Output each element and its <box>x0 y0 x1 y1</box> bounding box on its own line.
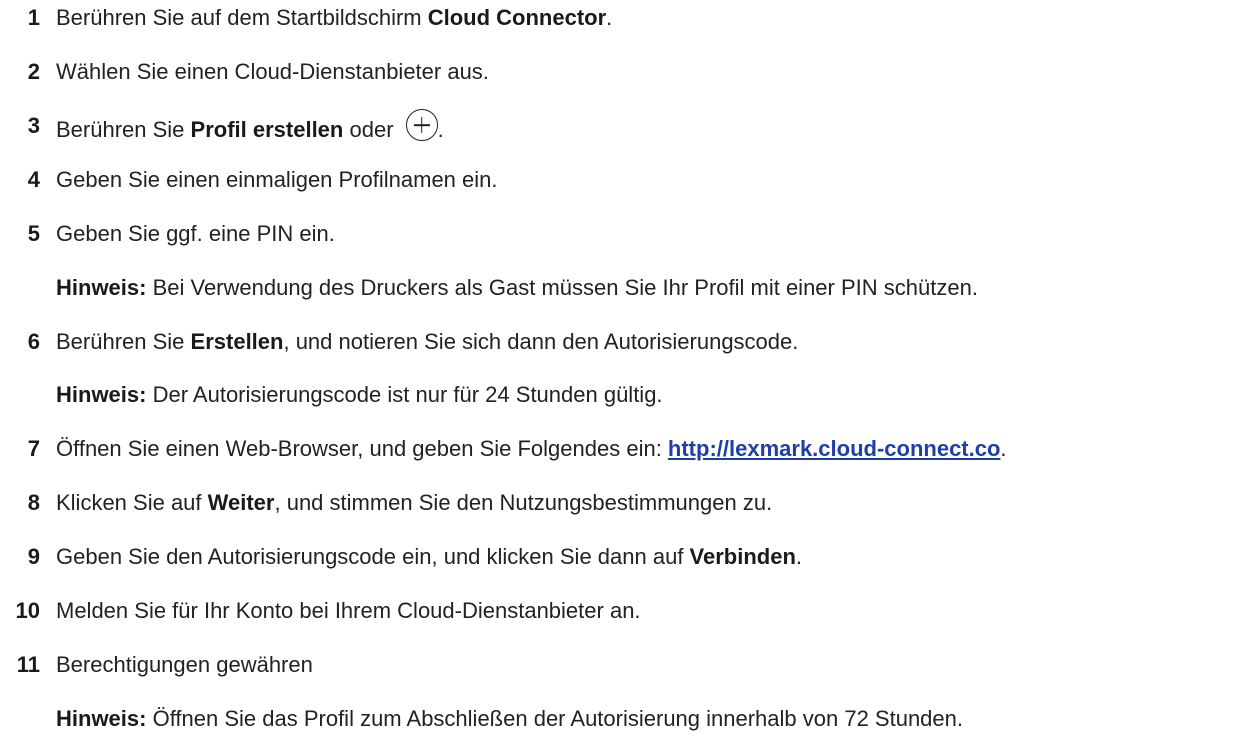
step-text: Berechtigungen gewähren <box>56 652 313 677</box>
step-1: 1 Berühren Sie auf dem Startbildschirm C… <box>0 1 1240 35</box>
step-number: 10 <box>15 598 40 623</box>
step-number: 8 <box>27 490 40 515</box>
plus-circle-icon <box>405 109 438 141</box>
step-text: Geben Sie einen einmaligen Profilnamen e… <box>56 167 498 192</box>
step-text-part: oder <box>343 117 400 142</box>
step-10: 10 Melden Sie für Ihr Konto bei Ihrem Cl… <box>0 594 1240 628</box>
cloud-connect-link[interactable]: http://lexmark.cloud-connect.co <box>668 436 1001 461</box>
step-4: 4 Geben Sie einen einmaligen Profilnamen… <box>0 163 1240 197</box>
note-text: Hinweis: Bei Verwendung des Druckers als… <box>56 271 978 305</box>
step-text: Geben Sie den Autorisierungscode ein, un… <box>56 540 802 574</box>
step-3: 3 Berühren Sie Profil erstellen oder . <box>0 109 1240 143</box>
step-bold-term: Verbinden <box>689 544 796 569</box>
step-text-part: . <box>1000 436 1007 461</box>
step-text-part: Geben Sie den Autorisierungscode ein, un… <box>56 544 690 569</box>
note-label: Hinweis: <box>56 706 147 731</box>
step-bold-term: Profil erstellen <box>190 117 344 142</box>
step-text-part: Berühren Sie <box>56 329 191 354</box>
step-bold-term: Cloud Connector <box>427 5 607 30</box>
step-text-part: Berühren Sie auf dem Startbildschirm <box>56 5 428 30</box>
instruction-list: 1 Berühren Sie auf dem Startbildschirm C… <box>0 0 1240 736</box>
step-bold-term: Erstellen <box>190 329 284 354</box>
step-5-note: Hinweis: Bei Verwendung des Druckers als… <box>0 271 1240 305</box>
step-8: 8 Klicken Sie auf Weiter, und stimmen Si… <box>0 486 1240 520</box>
step-text: Öffnen Sie einen Web-Browser, und geben … <box>56 432 1007 466</box>
step-5: 5 Geben Sie ggf. eine PIN ein. <box>0 217 1240 251</box>
note-label: Hinweis: <box>56 382 147 407</box>
note-text: Hinweis: Der Autorisierungscode ist nur … <box>56 378 663 412</box>
step-number: 6 <box>27 329 40 354</box>
step-number: 3 <box>27 113 40 138</box>
step-number: 9 <box>27 544 40 569</box>
note-label: Hinweis: <box>56 275 147 300</box>
step-number: 2 <box>27 59 40 84</box>
step-text-part: Berühren Sie <box>56 117 191 142</box>
step-7: 7 Öffnen Sie einen Web-Browser, und gebe… <box>0 432 1240 466</box>
step-bold-term: Weiter <box>207 490 275 515</box>
step-text-part: Öffnen Sie einen Web-Browser, und geben … <box>56 436 668 461</box>
step-text: Berühren Sie Profil erstellen oder . <box>56 109 444 147</box>
step-text: Wählen Sie einen Cloud-Dienstanbieter au… <box>56 59 489 84</box>
step-text-part: Klicken Sie auf <box>56 490 208 515</box>
note-text: Hinweis: Öffnen Sie das Profil zum Absch… <box>56 702 963 736</box>
step-9: 9 Geben Sie den Autorisierungscode ein, … <box>0 540 1240 574</box>
step-text-part: . <box>437 117 444 142</box>
step-6-note: Hinweis: Der Autorisierungscode ist nur … <box>0 378 1240 412</box>
note-body: Der Autorisierungscode ist nur für 24 St… <box>146 382 663 407</box>
step-text: Klicken Sie auf Weiter, und stimmen Sie … <box>56 486 772 520</box>
step-number: 7 <box>27 436 40 461</box>
step-11-note: Hinweis: Öffnen Sie das Profil zum Absch… <box>0 702 1240 736</box>
note-body: Öffnen Sie das Profil zum Abschließen de… <box>146 706 964 731</box>
step-11: 11 Berechtigungen gewähren <box>0 648 1240 682</box>
step-text: Berühren Sie Erstellen, und notieren Sie… <box>56 325 798 359</box>
step-text-part: . <box>795 544 803 569</box>
step-6: 6 Berühren Sie Erstellen, und notieren S… <box>0 325 1240 359</box>
step-text-part: , und stimmen Sie den Nutzungsbestimmung… <box>274 490 773 515</box>
step-text-part: . <box>606 5 613 30</box>
note-body: Bei Verwendung des Druckers als Gast müs… <box>146 275 978 300</box>
step-2: 2 Wählen Sie einen Cloud-Dienstanbieter … <box>0 55 1240 89</box>
step-number: 4 <box>27 167 40 192</box>
step-text: Melden Sie für Ihr Konto bei Ihrem Cloud… <box>56 598 641 623</box>
step-number: 5 <box>27 221 40 246</box>
step-text: Berühren Sie auf dem Startbildschirm Clo… <box>56 1 612 35</box>
step-text: Geben Sie ggf. eine PIN ein. <box>56 221 335 246</box>
step-number: 11 <box>16 652 40 677</box>
step-text-part: , und notieren Sie sich dann den Autoris… <box>283 329 799 354</box>
step-number: 1 <box>27 5 40 30</box>
